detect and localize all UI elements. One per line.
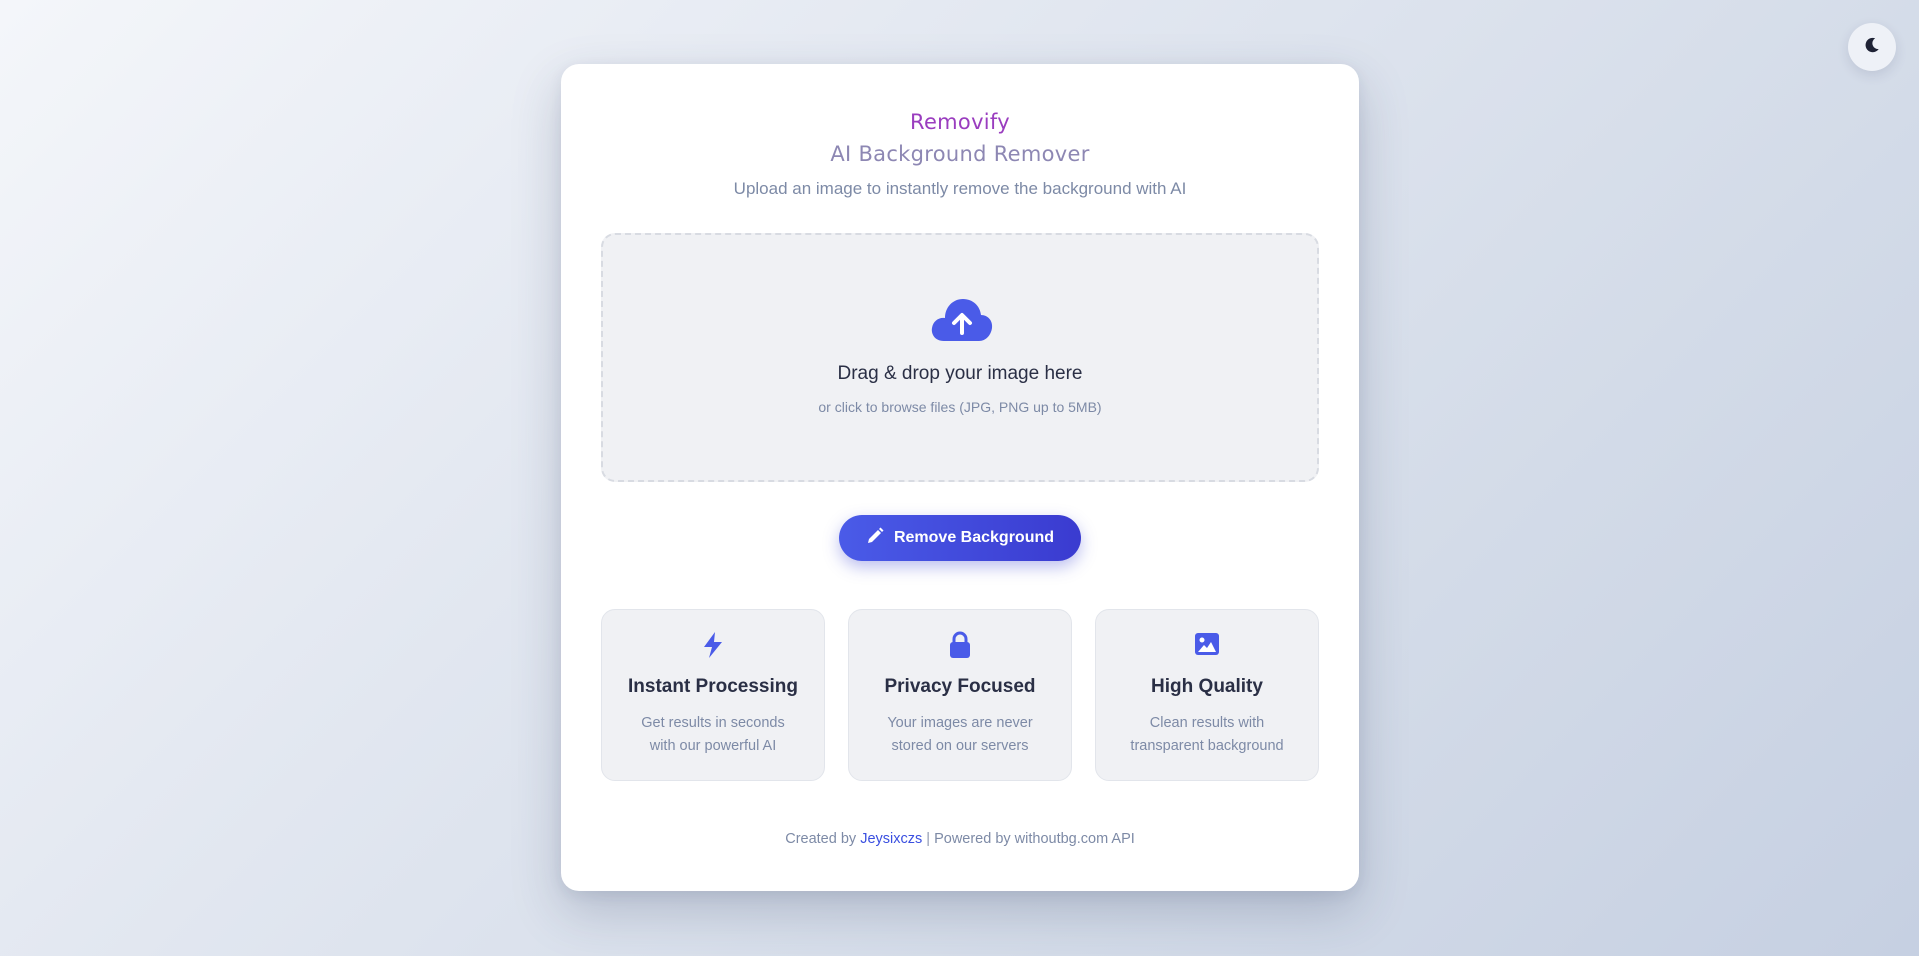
- remove-background-button[interactable]: Remove Background: [839, 515, 1081, 561]
- dropzone-title: Drag & drop your image here: [837, 363, 1083, 384]
- image-icon: [1194, 631, 1220, 659]
- brand-name: Removify: [910, 110, 1010, 134]
- author-link[interactable]: Jeysixczs: [860, 831, 922, 847]
- cloud-upload-icon: [930, 295, 994, 343]
- image-dropzone[interactable]: Drag & drop your image here or click to …: [601, 233, 1319, 482]
- feature-title: Instant Processing: [628, 676, 798, 697]
- pen-icon: [866, 527, 884, 550]
- footer-separator: |: [926, 831, 931, 847]
- feature-title: High Quality: [1151, 676, 1263, 697]
- feature-card-privacy: Privacy Focused Your images are never st…: [848, 609, 1072, 781]
- feature-description: Get results in seconds with our powerful…: [641, 715, 785, 754]
- bolt-icon: [702, 631, 724, 659]
- moon-icon: [1863, 36, 1881, 59]
- dropzone-hint: or click to browse files (JPG, PNG up to…: [818, 399, 1102, 415]
- page-title: AI Background Remover: [830, 142, 1090, 166]
- remove-background-label: Remove Background: [893, 529, 1055, 546]
- feature-title: Privacy Focused: [884, 676, 1036, 697]
- feature-description: Clean results with transparent backgroun…: [1130, 715, 1284, 754]
- main-card: Removify AI Background Remover Upload an…: [561, 64, 1359, 891]
- theme-toggle-button[interactable]: [1848, 23, 1896, 71]
- footer: Created by Jeysixczs | Powered by withou…: [561, 831, 1359, 847]
- lock-icon: [949, 631, 971, 659]
- feature-description: Your images are never stored on our serv…: [887, 715, 1033, 754]
- features-section: Instant Processing Get results in second…: [601, 609, 1319, 781]
- footer-prefix: Created by: [785, 831, 857, 847]
- footer-powered: Powered by withoutbg.com API: [934, 831, 1135, 847]
- feature-card-quality: High Quality Clean results with transpar…: [1095, 609, 1319, 781]
- page-subtitle: Upload an image to instantly remove the …: [733, 179, 1187, 198]
- feature-card-instant: Instant Processing Get results in second…: [601, 609, 825, 781]
